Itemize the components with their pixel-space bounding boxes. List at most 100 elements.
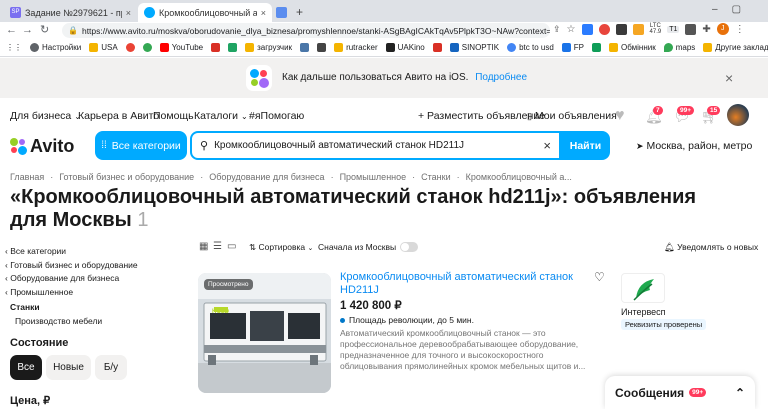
puzzle-icon[interactable]: ✚ [702,24,710,35]
breadcrumb-item[interactable]: Готовый бизнес и оборудование [59,172,194,182]
browser-tab-small[interactable] [273,3,291,22]
tab-title: Задание №2979621 - просмотр з [25,7,122,18]
location-selector[interactable]: ➤ Москва, район, метро [636,140,752,152]
avito-logo[interactable]: Avito [10,136,74,157]
tab-close-icon[interactable]: × [126,8,131,18]
bookmark-other[interactable]: Другие закладки [703,43,768,52]
minimize-icon[interactable]: – [712,4,718,15]
bookmark-fp[interactable]: FP [561,43,584,52]
banner-close-icon[interactable]: × [725,70,733,86]
bookmark-label: rutracker [346,43,378,52]
maximize-icon[interactable]: ▢ [732,4,741,15]
url-text[interactable]: https://www.avito.ru/moskva/oborudovanie… [82,26,550,36]
sort-dropdown[interactable]: ⇅ Сортировка ⌄ [249,242,313,253]
bookmark-vk[interactable] [300,43,310,52]
tab-close-icon[interactable]: × [261,8,266,18]
browser-tab-avito[interactable]: Кромкооблицовочный автомати × [138,3,272,22]
machine-brand-label: HOLD [212,309,229,315]
user-avatar[interactable] [727,104,749,126]
listing-image[interactable] [198,273,331,393]
sidebar-link-business[interactable]: ‹ Готовый бизнес и оборудование [5,260,138,270]
map-view-icon[interactable]: ▭ [227,241,236,252]
seller-name[interactable]: Интервесп [621,307,666,317]
list-view-icon[interactable]: ☰ [213,241,222,252]
address-bar[interactable]: 🔒 https://www.avito.ru/moskva/oborudovan… [62,23,550,38]
bookmark-settings[interactable]: Настройки [30,43,81,52]
bookmark-btc[interactable]: btc to usd [507,43,554,52]
toggle-switch[interactable] [400,242,419,252]
bookmark-sinoptik[interactable]: SINOPTIK [449,43,499,52]
bookmark-usa[interactable]: USA [89,43,118,52]
messages-panel-badge: 99+ [689,388,707,397]
my-ads-link[interactable]: ▯ Мои объявления [527,110,617,122]
sidebar-subcategory[interactable]: Производство мебели [15,316,102,326]
menu-icon[interactable]: ⋮ [735,24,745,35]
bookmark-rutracker[interactable]: rutracker [334,43,378,52]
bookmark-exchanger[interactable]: Обмінник [609,43,656,52]
seller-logo[interactable] [621,273,665,303]
condition-all-option[interactable]: Все [10,355,42,380]
profile-avatar[interactable]: J [716,23,729,35]
bookmark-x[interactable] [317,43,327,52]
search-input[interactable]: ⚲ Кромкооблицовочный автоматический стан… [190,131,561,160]
bookmark-maps[interactable]: maps [663,43,695,52]
new-tab-button[interactable]: + [296,5,303,19]
google-icon [125,43,135,52]
breadcrumb-item[interactable]: Оборудование для бизнеса [209,172,324,182]
chevron-down-icon: ⌄ [240,112,248,121]
moscow-first-toggle[interactable]: Сначала из Москвы [318,242,419,252]
extension-icon[interactable] [581,23,593,35]
notify-new-link[interactable]: 🔔︎ Уведомлять о новых [664,242,758,253]
browser-tab-task[interactable]: SP Задание №2979621 - просмотр з × [4,3,137,22]
bookmark-gmail2[interactable] [432,43,442,52]
bookmark-drive[interactable] [228,43,238,52]
ltc-ticker[interactable]: LTC 47.9 [650,23,662,35]
listing-title[interactable]: Кромкооблицовочный автоматический станок… [340,271,580,297]
bookmark-site[interactable] [592,43,602,52]
sidebar-link-equipment[interactable]: ‹ Оборудование для бизнеса [5,273,119,283]
condition-used-option[interactable]: Б/у [95,355,127,380]
grid-view-icon[interactable]: ▦ [199,241,208,252]
nav-catalogs[interactable]: Каталоги ⌄ [194,110,248,122]
bookmark-youtube[interactable]: YouTube [159,43,203,52]
bookmark-loader[interactable]: загрузчик [245,43,292,52]
reload-icon[interactable]: ↻ [40,23,49,36]
extension-t1[interactable]: T1 [667,25,680,33]
find-button[interactable]: Найти [561,131,610,160]
banner-more-link[interactable]: Подробнее [475,72,527,83]
bookmark-google[interactable] [125,43,135,52]
search-value[interactable]: Кромкооблицовочный автоматический станок… [214,140,537,151]
avito-favicon-icon [144,7,155,18]
extension-icon[interactable] [685,23,697,35]
nav-business[interactable]: Для бизнеса ⌄ [10,110,81,122]
bookmark-star-icon[interactable]: ☆ [567,24,576,35]
breadcrumb-item[interactable]: Главная [10,172,44,182]
bookmark-g2[interactable] [142,43,152,52]
nav-help[interactable]: Помощь [153,110,194,122]
condition-new-option[interactable]: Новые [46,355,91,380]
bookmark-gmail[interactable] [211,43,221,52]
extension-icon[interactable] [632,23,644,35]
sidebar-link-all[interactable]: ‹ Все категории [5,246,66,256]
bookmark-uakino[interactable]: UAKino [385,43,425,52]
favorites-heart-icon[interactable]: ♥ [615,107,625,125]
share-icon[interactable]: ⇪ [553,24,561,35]
post-ad-link[interactable]: + Разместить объявление [418,110,545,122]
listing-favorite-heart-icon[interactable]: ♡ [594,270,605,284]
avito-logo-icon [10,138,27,155]
chevron-up-icon[interactable]: ⌃ [735,386,745,400]
extension-icon[interactable] [615,23,627,35]
extension-icon[interactable] [598,23,610,35]
bookmark-apps[interactable]: ⋮⋮ [6,43,22,52]
sidebar-link-industrial[interactable]: ‹ Промышленное [5,287,73,297]
nav-help-tag[interactable]: #яПомогаю [249,110,304,122]
clear-search-icon[interactable]: × [543,138,551,153]
viewed-badge: Просмотрено [204,279,253,290]
breadcrumb-item[interactable]: Станки [421,172,450,182]
messages-panel[interactable]: Сообщения 99+ ⌃ [605,376,755,409]
back-arrow-icon[interactable]: ← [6,24,17,36]
forward-arrow-icon[interactable]: → [22,24,33,36]
nav-career[interactable]: Карьера в Авито [78,110,159,122]
all-categories-button[interactable]: ⁞⁞ Все категории [95,131,187,160]
breadcrumb-item[interactable]: Промышленное [340,172,407,182]
